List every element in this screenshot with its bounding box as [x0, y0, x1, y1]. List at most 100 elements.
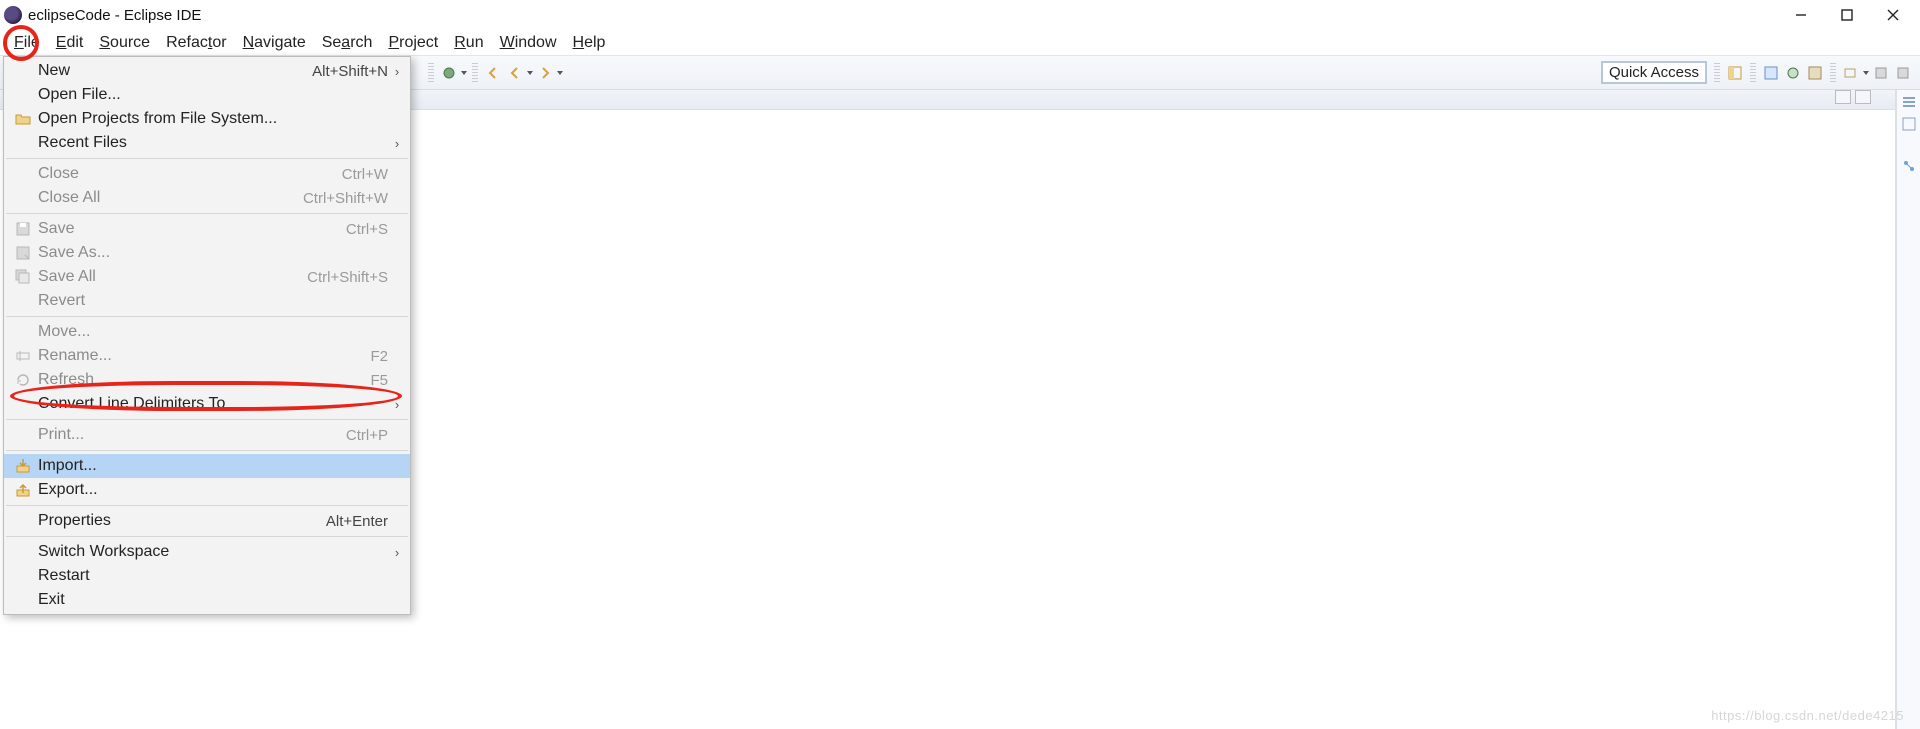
open-perspective-icon[interactable] [1726, 64, 1744, 82]
menu-source[interactable]: Source [91, 32, 158, 54]
menu-item-label: New [34, 62, 302, 80]
toolbar-grip[interactable] [472, 63, 478, 83]
menu-item-exit[interactable]: Exit [4, 588, 410, 612]
java-perspective-icon[interactable] [1762, 64, 1780, 82]
forward-icon[interactable] [536, 64, 554, 82]
menu-item-label: Refresh [34, 371, 360, 389]
menu-run[interactable]: Run [446, 32, 491, 54]
menu-item-label: Save [34, 220, 336, 238]
maximize-view-button[interactable] [1855, 90, 1871, 104]
dropdown-icon[interactable] [526, 64, 534, 82]
menu-item-properties[interactable]: PropertiesAlt+Enter [4, 509, 410, 533]
submenu-arrow-icon: › [388, 64, 400, 79]
menu-item-label: Properties [34, 512, 316, 530]
menu-project[interactable]: Project [380, 32, 446, 54]
team-perspective-icon[interactable] [1806, 64, 1824, 82]
menu-item-shortcut: Ctrl+W [332, 166, 388, 183]
menu-item-label: Close [34, 165, 332, 183]
save-as-icon [12, 245, 34, 261]
eclipse-icon [4, 6, 22, 24]
quick-access-input[interactable]: Quick Access [1602, 62, 1706, 83]
menubar: File Edit Source Refactor Navigate Searc… [0, 30, 1920, 56]
import-icon [12, 458, 34, 474]
menu-item-import[interactable]: Import... [4, 454, 410, 478]
watermark-text: https://blog.csdn.net/dede4215 [1711, 708, 1904, 723]
outline-tree-icon[interactable] [1901, 158, 1917, 174]
menu-item-shortcut: Ctrl+Shift+S [297, 269, 388, 286]
menu-item-shortcut: Ctrl+S [336, 221, 388, 238]
menu-item-label: Recent Files [34, 134, 378, 152]
menu-item-label: Open File... [34, 86, 378, 104]
menu-item-label: Close All [34, 189, 293, 207]
menu-item-restart[interactable]: Restart [4, 564, 410, 588]
menu-item-save: SaveCtrl+S [4, 217, 410, 241]
minimize-button[interactable] [1778, 0, 1824, 30]
menu-item-label: Move... [34, 323, 378, 341]
task-list-icon[interactable] [1901, 116, 1917, 132]
submenu-arrow-icon: › [388, 397, 400, 412]
toolbar-grip[interactable] [1714, 63, 1720, 83]
menu-item-close-all: Close AllCtrl+Shift+W [4, 186, 410, 210]
menu-help[interactable]: Help [565, 32, 614, 54]
menu-item-label: Save All [34, 268, 297, 286]
right-trim-stack [1896, 88, 1920, 729]
debug-icon[interactable] [440, 64, 458, 82]
toolbar-grip[interactable] [428, 63, 434, 83]
menu-item-print: Print...Ctrl+P [4, 423, 410, 447]
menu-item-recent-files[interactable]: Recent Files › [4, 131, 410, 155]
titlebar: eclipseCode - Eclipse IDE [0, 0, 1920, 30]
menu-item-label: Export... [34, 481, 378, 499]
menu-search[interactable]: Search [314, 32, 381, 54]
menu-item-shortcut: Ctrl+Shift+W [293, 190, 388, 207]
back-icon[interactable] [484, 64, 502, 82]
menu-file[interactable]: File [6, 32, 48, 54]
close-button[interactable] [1870, 0, 1916, 30]
menu-window[interactable]: Window [492, 32, 565, 54]
dropdown-icon[interactable] [460, 64, 468, 82]
menu-item-export[interactable]: Export... [4, 478, 410, 502]
menu-item-revert: Revert [4, 289, 410, 313]
restore-icon[interactable] [1894, 64, 1912, 82]
debug-perspective-icon[interactable] [1784, 64, 1802, 82]
toolbar-grip[interactable] [1830, 63, 1836, 83]
menu-item-label: Import... [34, 457, 378, 475]
menu-item-open-projects-from-file-system[interactable]: Open Projects from File System... [4, 107, 410, 131]
menu-edit[interactable]: Edit [48, 32, 92, 54]
menu-item-rename: Rename...F2 [4, 344, 410, 368]
menu-item-new[interactable]: NewAlt+Shift+N› [4, 59, 410, 83]
menu-item-label: Exit [34, 591, 378, 609]
menu-item-label: Switch Workspace [34, 543, 378, 561]
menu-item-label: Revert [34, 292, 378, 310]
menu-item-shortcut: F5 [360, 372, 388, 389]
new-window-icon[interactable] [1842, 64, 1860, 82]
rename-icon [12, 348, 34, 364]
menu-item-label: Print... [34, 426, 336, 444]
menu-item-label: Convert Line Delimiters To [34, 395, 378, 413]
export-icon [12, 482, 34, 498]
menu-item-convert-line-delimiters-to[interactable]: Convert Line Delimiters To › [4, 392, 410, 416]
pin-icon[interactable] [1872, 64, 1890, 82]
menu-item-close: CloseCtrl+W [4, 162, 410, 186]
menu-item-move: Move... [4, 320, 410, 344]
minimize-view-button[interactable] [1835, 90, 1851, 104]
submenu-arrow-icon: › [388, 545, 400, 560]
dropdown-icon[interactable] [556, 64, 564, 82]
folder-open-icon [12, 111, 34, 127]
maximize-button[interactable] [1824, 0, 1870, 30]
menu-item-label: Restart [34, 567, 378, 585]
menu-item-label: Save As... [34, 244, 378, 262]
menu-refactor[interactable]: Refactor [158, 32, 234, 54]
menu-item-shortcut: Alt+Shift+N [302, 63, 388, 80]
menu-item-switch-workspace[interactable]: Switch Workspace › [4, 540, 410, 564]
window-title: eclipseCode - Eclipse IDE [28, 7, 201, 24]
submenu-arrow-icon: › [388, 136, 400, 151]
menu-item-label: Open Projects from File System... [34, 110, 378, 128]
menu-item-shortcut: Ctrl+P [336, 427, 388, 444]
file-menu-dropdown: NewAlt+Shift+N›Open File...Open Projects… [3, 56, 411, 615]
dropdown-icon[interactable] [1862, 64, 1870, 82]
outline-icon[interactable] [1901, 94, 1917, 110]
menu-navigate[interactable]: Navigate [235, 32, 314, 54]
menu-item-open-file[interactable]: Open File... [4, 83, 410, 107]
toolbar-grip[interactable] [1750, 63, 1756, 83]
back-history-icon[interactable] [506, 64, 524, 82]
